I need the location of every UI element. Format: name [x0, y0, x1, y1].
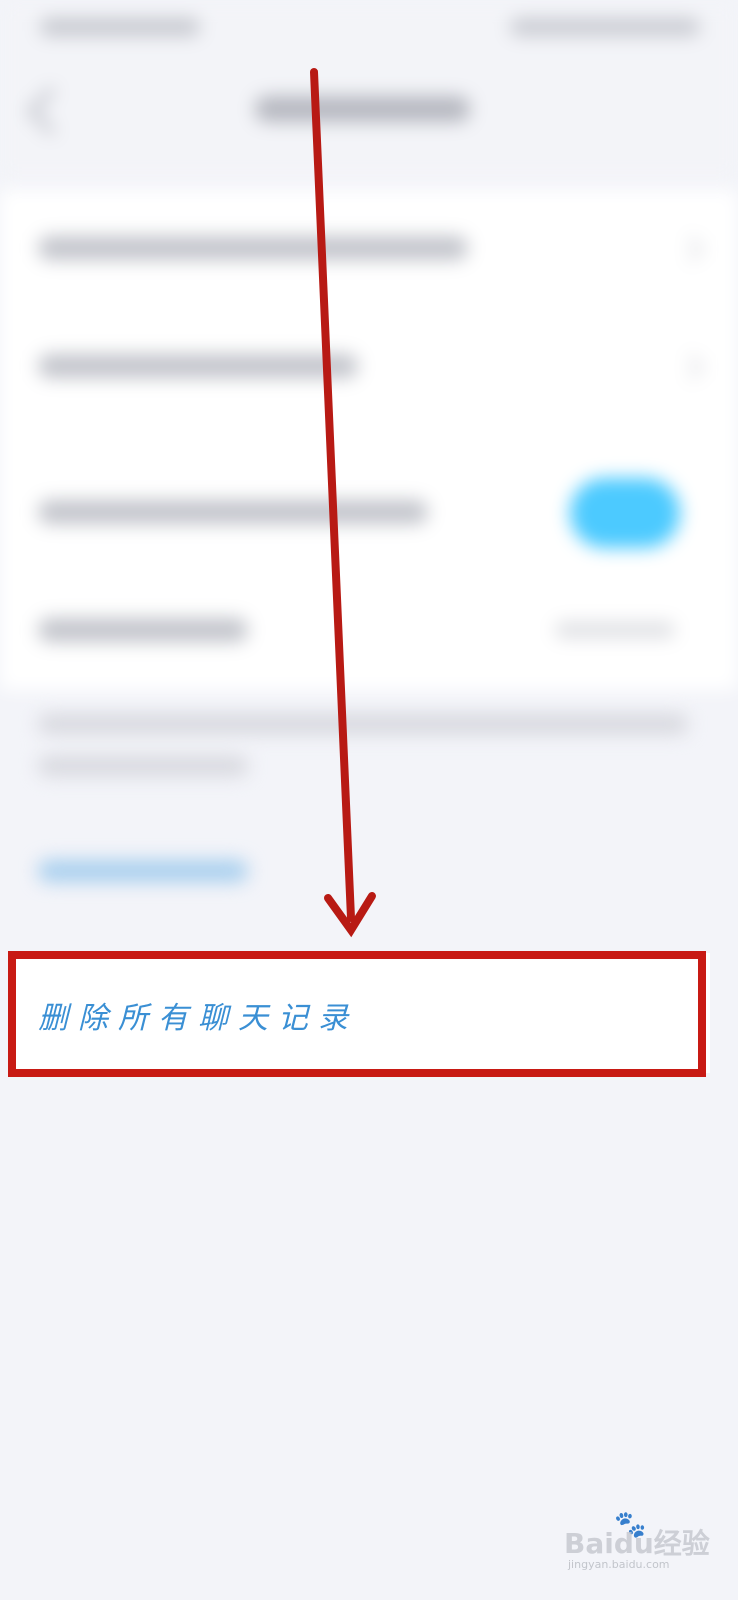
- status-time-blurred: [40, 18, 200, 36]
- blue-link-blurred[interactable]: [38, 860, 248, 882]
- chevron-right-icon: [678, 354, 704, 380]
- settings-row-1-label-blurred: [38, 236, 468, 260]
- settings-row-4-label-blurred: [38, 618, 248, 642]
- settings-row-1[interactable]: [0, 190, 738, 308]
- page-title-blurred: [255, 96, 470, 122]
- navigation-bar: [0, 60, 738, 180]
- description-line-2-blurred: [38, 756, 248, 776]
- watermark-brand: Baidu经验: [564, 1527, 710, 1560]
- status-indicators-blurred: [510, 18, 700, 36]
- settings-row-2[interactable]: [0, 308, 738, 426]
- baidu-jingyan-watermark: 🐾 Baidu经验 jingyan.baidu.com: [562, 1510, 712, 1571]
- delete-all-chat-history-row[interactable]: 删除所有聊天记录: [10, 953, 710, 1073]
- chevron-right-icon: [678, 236, 704, 262]
- settings-row-3[interactable]: [0, 454, 738, 572]
- settings-row-2-label-blurred: [38, 354, 358, 378]
- blurred-settings-content: [0, 0, 738, 940]
- description-line-1-blurred: [38, 714, 688, 734]
- delete-all-chat-history-label[interactable]: 删除所有聊天记录: [38, 993, 358, 1037]
- watermark-domain: jingyan.baidu.com: [568, 1558, 670, 1571]
- settings-card: [0, 190, 738, 690]
- settings-row-4[interactable]: [0, 572, 738, 690]
- settings-row-4-value-blurred: [555, 622, 675, 638]
- toggle-switch[interactable]: [570, 478, 680, 548]
- back-arrow-icon[interactable]: [26, 86, 76, 136]
- status-bar: [0, 0, 738, 60]
- settings-row-3-label-blurred: [38, 500, 428, 524]
